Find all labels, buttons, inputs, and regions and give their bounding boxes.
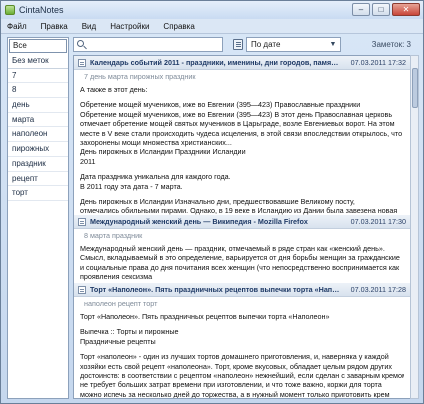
tag-item-cake[interactable]: торт — [8, 186, 68, 201]
note-line: можно испечь за несколько дней до торжес… — [80, 389, 390, 399]
notes-scrollbar[interactable] — [410, 55, 419, 399]
note-line: 2011 — [80, 156, 96, 166]
menu-view[interactable]: Вид — [82, 22, 96, 31]
window-title: CintaNotes — [19, 5, 64, 15]
note-card[interactable]: Календарь событий 2011 - праздники, имен… — [74, 56, 410, 216]
search-icon — [77, 40, 84, 47]
title-bar[interactable]: CintaNotes – □ ✕ — [1, 1, 423, 19]
note-tags[interactable]: 7 день марта пирожных праздник — [74, 70, 410, 83]
note-line: Торт «наполеон» - один из лучших тортов … — [80, 352, 389, 362]
cintanotes-app-icon — [5, 5, 15, 15]
note-line: Международный женский день — праздник, о… — [80, 244, 385, 253]
web-clip-icon — [78, 218, 86, 226]
note-line: День пирожных в Исландии Праздники Ислан… — [80, 147, 246, 157]
note-line: хозяйки есть свой рецепт «наполеона». То… — [80, 361, 393, 371]
maximize-button[interactable]: □ — [372, 3, 390, 16]
note-date: 07.03.2011 17:28 — [350, 285, 406, 294]
note-tags[interactable]: наполеон рецепт торт — [74, 297, 410, 310]
note-line: А также в этот день: — [80, 85, 148, 94]
note-header[interactable]: Календарь событий 2011 - праздники, имен… — [74, 56, 410, 70]
note-line: и социальные права до дня почитания всех… — [80, 262, 400, 272]
sort-select-value: По дате — [251, 40, 281, 49]
note-line: Обретение мощей мучеников, иже во Евгени… — [80, 100, 361, 110]
chevron-down-icon: ▼ — [329, 41, 337, 48]
note-title[interactable]: Календарь событий 2011 - праздники, имен… — [90, 58, 340, 67]
note-line: месте в V веке стали происходить чудеса … — [80, 128, 404, 138]
close-button[interactable]: ✕ — [392, 3, 420, 16]
note-line: проявления сексизма — [80, 272, 153, 282]
notes-search-box[interactable] — [73, 37, 223, 52]
scrollbar-thumb[interactable] — [412, 68, 418, 108]
minimize-button[interactable]: – — [352, 3, 370, 16]
note-date: 07.03.2011 17:30 — [350, 217, 406, 226]
note-header[interactable]: Международный женский день — Википедия -… — [74, 215, 410, 229]
note-line: Смысл, вкладываемый в это определение, в… — [80, 253, 400, 263]
note-line: Торт «Наполеон». Пять праздничных рецепт… — [80, 312, 330, 321]
notes-count: Заметок: 3 — [371, 40, 411, 49]
tag-item-8[interactable]: 8 — [8, 83, 68, 99]
note-date: 07.03.2011 17:32 — [350, 58, 406, 67]
notes-toolbar: По дате ▼ Заметок: 3 — [73, 37, 411, 53]
note-title[interactable]: Международный женский день — Википедия -… — [90, 217, 340, 226]
menu-settings[interactable]: Настройки — [110, 22, 149, 31]
note-line: Дата праздника уникальна для каждого год… — [80, 172, 231, 182]
note-header[interactable]: Торт «Наполеон». Пять праздничных рецепт… — [74, 283, 410, 297]
note-line: захоронены мощи множества христианских..… — [80, 138, 232, 148]
note-line: Обретение мощей мучеников, иже во Евгени… — [80, 109, 393, 119]
note-card[interactable]: Торт «Наполеон». Пять праздничных рецепт… — [74, 283, 410, 399]
tag-item-march[interactable]: марта — [8, 113, 68, 128]
app-window: CintaNotes – □ ✕ Файл Правка Вид Настрой… — [0, 0, 424, 404]
tag-item-pastries[interactable]: пирожных — [8, 142, 68, 157]
note-title[interactable]: Торт «Наполеон». Пять праздничных рецепт… — [90, 285, 340, 294]
note-line: В 2011 году эта дата - 7 марта. — [80, 181, 183, 191]
note-card[interactable]: Международный женский день — Википедия -… — [74, 215, 410, 282]
note-tags[interactable]: 8 марта праздник — [74, 229, 410, 242]
tag-item-day[interactable]: день — [8, 98, 68, 113]
note-line: не требует больших затрат времени при из… — [80, 380, 382, 390]
note-body[interactable]: Международный женский день — праздник, о… — [74, 242, 410, 282]
note-line: Праздничные рецепты — [80, 336, 156, 346]
tag-item-recipe[interactable]: рецепт — [8, 172, 68, 187]
tag-filter-all[interactable]: Все — [9, 39, 67, 53]
tag-item-napoleon[interactable]: наполеон — [8, 127, 68, 143]
note-line: достоинств: в соответствии с рецептом «н… — [80, 371, 404, 381]
web-clip-icon — [78, 286, 86, 294]
tag-item-holiday[interactable]: праздник — [8, 157, 68, 172]
web-clip-icon — [78, 59, 86, 67]
note-line: Выпечка :: Торты и пирожные — [80, 327, 179, 337]
window-controls: – □ ✕ — [352, 3, 420, 16]
notes-search-input[interactable] — [88, 39, 218, 50]
menu-file[interactable]: Файл — [7, 22, 27, 31]
note-line: День пирожных в Исландии Изначально дни,… — [80, 197, 355, 207]
tag-sidebar: Все Без меток 7 8 день марта наполеон пи… — [7, 37, 69, 399]
note-line: отмечает обретение мощей святых мученико… — [80, 119, 395, 129]
notes-list: Календарь событий 2011 - праздники, имен… — [73, 55, 411, 399]
note-body[interactable]: Торт «Наполеон». Пять праздничных рецепт… — [74, 310, 410, 399]
menu-edit[interactable]: Правка — [41, 22, 68, 31]
note-body[interactable]: А также в этот день: Обретение мощей муч… — [74, 83, 410, 216]
sort-order-icon[interactable] — [233, 39, 243, 50]
menu-bar: Файл Правка Вид Настройки Справка — [1, 19, 423, 34]
tag-item-untagged[interactable]: Без меток — [8, 54, 68, 69]
menu-help[interactable]: Справка — [163, 22, 194, 31]
tag-item-7[interactable]: 7 — [8, 69, 68, 84]
sort-select[interactable]: По дате ▼ — [246, 37, 341, 52]
